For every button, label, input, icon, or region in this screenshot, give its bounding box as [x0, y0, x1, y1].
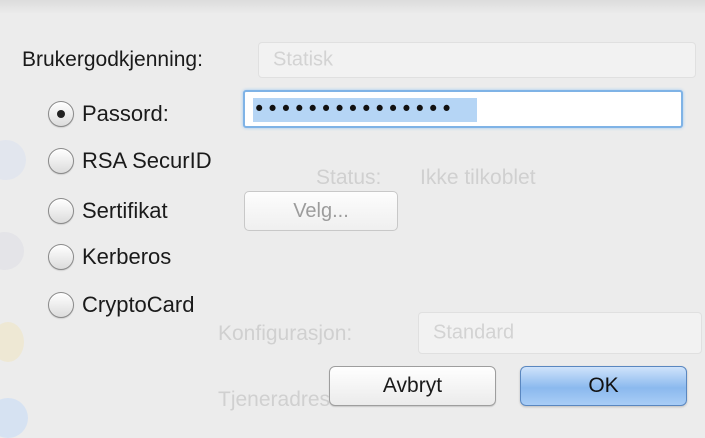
background-sidebar-icon	[0, 322, 24, 362]
background-dropdown-value: Statisk	[273, 48, 334, 71]
certificate-radio[interactable]	[48, 198, 74, 224]
password-value: •••••••••••••••	[253, 97, 454, 121]
background-status-label: Status:	[316, 166, 382, 189]
password-radio[interactable]	[48, 101, 74, 127]
auth-option-cryptocard[interactable]: CryptoCard	[48, 290, 194, 320]
auth-option-kerberos[interactable]: Kerberos	[48, 242, 171, 272]
rsa-securid-radio[interactable]	[48, 148, 74, 174]
rsa-securid-radio-label: RSA SecurID	[82, 148, 212, 173]
cryptocard-radio-label: CryptoCard	[82, 292, 195, 317]
cryptocard-radio[interactable]	[48, 292, 74, 318]
background-sidebar-icon	[0, 140, 26, 180]
certificate-radio-label: Sertifikat	[82, 198, 168, 223]
background-status-value: Ikke tilkoblet	[420, 166, 536, 189]
password-input[interactable]: •••••••••••••••	[243, 90, 683, 128]
authentication-title: Brukergodkjenning:	[22, 48, 203, 71]
background-config-label: Konfigurasjon:	[218, 322, 353, 345]
background-config-value: Standard	[433, 321, 515, 344]
password-radio-label: Passord:	[82, 101, 169, 126]
cancel-button[interactable]: Avbryt	[329, 366, 496, 406]
ok-button[interactable]: OK	[520, 366, 687, 406]
background-dropdown: Statisk	[258, 42, 696, 78]
background-sidebar-icon	[0, 232, 24, 270]
background-config-field: Standard	[418, 312, 702, 354]
window-top-edge	[0, 0, 705, 14]
kerberos-radio-label: Kerberos	[82, 244, 172, 269]
auth-option-certificate[interactable]: Sertifikat	[48, 196, 168, 226]
kerberos-radio[interactable]	[48, 244, 74, 270]
background-sidebar-icon	[0, 398, 28, 438]
auth-option-password[interactable]: Passord:	[48, 99, 169, 129]
choose-certificate-button[interactable]: Velg...	[244, 191, 398, 231]
auth-option-rsa-securid[interactable]: RSA SecurID	[48, 146, 212, 176]
